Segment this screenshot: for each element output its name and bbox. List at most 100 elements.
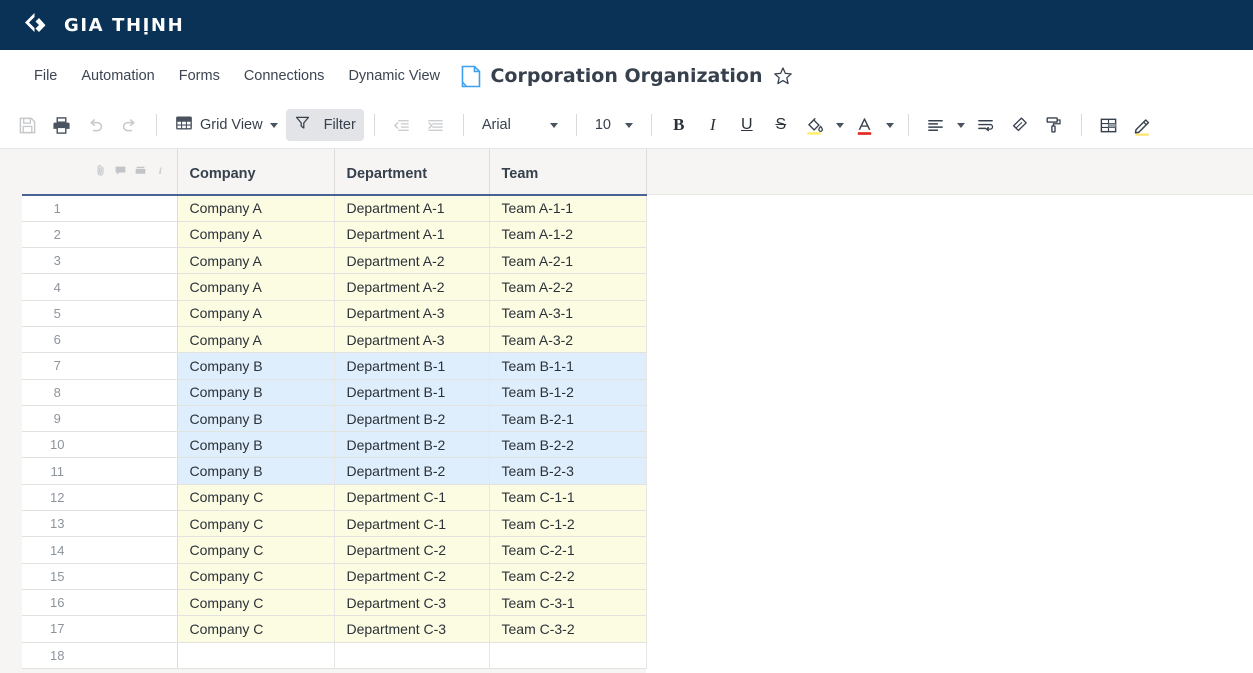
table-row[interactable]: 12Company CDepartment C-1Team C-1-1 xyxy=(22,484,646,510)
row-number-cell[interactable]: 18 xyxy=(22,642,177,668)
cell-company[interactable]: Company B xyxy=(177,432,334,458)
cell-team[interactable]: Team C-3-1 xyxy=(489,589,646,615)
fill-color-dropdown[interactable] xyxy=(832,110,848,140)
row-number-cell[interactable]: 3 xyxy=(22,248,177,274)
comment-bubble-icon[interactable] xyxy=(114,164,127,181)
strikethrough-button[interactable]: S xyxy=(764,109,798,141)
cell-team[interactable]: Team B-2-2 xyxy=(489,432,646,458)
row-number-cell[interactable]: 7 xyxy=(22,353,177,379)
row-number-cell[interactable]: 4 xyxy=(22,274,177,300)
table-row[interactable]: 5Company ADepartment A-3Team A-3-1 xyxy=(22,300,646,326)
font-family-selector[interactable]: Arial xyxy=(474,112,566,138)
cell-department[interactable] xyxy=(334,642,489,668)
table-row[interactable]: 11Company BDepartment B-2Team B-2-3 xyxy=(22,458,646,484)
cell-company[interactable]: Company B xyxy=(177,405,334,431)
row-number-cell[interactable]: 12 xyxy=(22,484,177,510)
cell-department[interactable]: Department A-1 xyxy=(334,221,489,247)
cell-team[interactable]: Team B-1-2 xyxy=(489,379,646,405)
cell-department[interactable]: Department A-3 xyxy=(334,300,489,326)
menu-item-dynamic-view[interactable]: Dynamic View xyxy=(336,62,452,90)
cell-team[interactable]: Team A-3-1 xyxy=(489,300,646,326)
menu-item-connections[interactable]: Connections xyxy=(232,62,337,90)
menu-item-file[interactable]: File xyxy=(22,62,69,90)
font-size-selector[interactable]: 10 xyxy=(587,112,641,138)
table-row[interactable]: 16Company CDepartment C-3Team C-3-1 xyxy=(22,589,646,615)
record-card-icon[interactable] xyxy=(134,164,147,181)
column-header-company[interactable]: Company xyxy=(177,149,334,195)
table-row[interactable]: 8Company BDepartment B-1Team B-1-2 xyxy=(22,379,646,405)
text-color-dropdown[interactable] xyxy=(882,110,898,140)
cell-company[interactable]: Company C xyxy=(177,511,334,537)
table-row[interactable]: 3Company ADepartment A-2Team A-2-1 xyxy=(22,248,646,274)
save-button[interactable] xyxy=(10,109,44,141)
cell-company[interactable]: Company A xyxy=(177,274,334,300)
menu-item-forms[interactable]: Forms xyxy=(167,62,232,90)
info-italic-icon[interactable]: i xyxy=(154,164,167,181)
row-number-cell[interactable]: 2 xyxy=(22,221,177,247)
cell-company[interactable] xyxy=(177,642,334,668)
cell-team[interactable]: Team C-2-1 xyxy=(489,537,646,563)
cell-company[interactable]: Company A xyxy=(177,326,334,352)
cell-department[interactable]: Department A-3 xyxy=(334,326,489,352)
table-row[interactable]: 1Company ADepartment A-1Team A-1-1 xyxy=(22,195,646,221)
cell-team[interactable]: Team B-1-1 xyxy=(489,353,646,379)
cell-company[interactable]: Company A xyxy=(177,300,334,326)
cell-team[interactable]: Team A-3-2 xyxy=(489,326,646,352)
cell-company[interactable]: Company C xyxy=(177,484,334,510)
cell-department[interactable]: Department A-2 xyxy=(334,274,489,300)
cell-department[interactable]: Department A-1 xyxy=(334,195,489,221)
cell-team[interactable]: Team B-2-1 xyxy=(489,405,646,431)
cell-department[interactable]: Department B-2 xyxy=(334,458,489,484)
cell-department[interactable]: Department C-1 xyxy=(334,484,489,510)
table-borders-button[interactable] xyxy=(1092,109,1126,141)
table-row[interactable]: 9Company BDepartment B-2Team B-2-1 xyxy=(22,405,646,431)
cell-department[interactable]: Department B-2 xyxy=(334,405,489,431)
row-number-cell[interactable]: 13 xyxy=(22,511,177,537)
cell-department[interactable]: Department C-1 xyxy=(334,511,489,537)
cell-company[interactable]: Company A xyxy=(177,248,334,274)
cell-department[interactable]: Department A-2 xyxy=(334,248,489,274)
cell-department[interactable]: Department B-1 xyxy=(334,379,489,405)
row-number-cell[interactable]: 1 xyxy=(22,195,177,221)
bold-button[interactable]: B xyxy=(662,109,696,141)
cell-team[interactable]: Team C-1-2 xyxy=(489,511,646,537)
cell-company[interactable]: Company A xyxy=(177,195,334,221)
row-number-cell[interactable]: 15 xyxy=(22,563,177,589)
table-row[interactable]: 4Company ADepartment A-2Team A-2-2 xyxy=(22,274,646,300)
table-row[interactable]: 7Company BDepartment B-1Team B-1-1 xyxy=(22,353,646,379)
row-number-cell[interactable]: 9 xyxy=(22,405,177,431)
row-number-cell[interactable]: 10 xyxy=(22,432,177,458)
row-number-cell[interactable]: 16 xyxy=(22,589,177,615)
cell-company[interactable]: Company A xyxy=(177,221,334,247)
cell-company[interactable]: Company C xyxy=(177,563,334,589)
undo-button[interactable] xyxy=(78,109,112,141)
cell-team[interactable]: Team C-2-2 xyxy=(489,563,646,589)
cell-department[interactable]: Department B-1 xyxy=(334,353,489,379)
menu-item-automation[interactable]: Automation xyxy=(69,62,166,90)
column-header-department[interactable]: Department xyxy=(334,149,489,195)
cell-team[interactable]: Team C-1-1 xyxy=(489,484,646,510)
row-number-cell[interactable]: 8 xyxy=(22,379,177,405)
cell-team[interactable]: Team A-2-2 xyxy=(489,274,646,300)
redo-button[interactable] xyxy=(112,109,146,141)
table-row[interactable]: 6Company ADepartment A-3Team A-3-2 xyxy=(22,326,646,352)
cell-company[interactable]: Company C xyxy=(177,616,334,642)
cell-team[interactable] xyxy=(489,642,646,668)
cell-team[interactable]: Team A-2-1 xyxy=(489,248,646,274)
fill-color-button[interactable] xyxy=(798,109,832,141)
filter-button[interactable]: Filter xyxy=(286,109,364,141)
attachment-paperclip-icon[interactable] xyxy=(94,164,107,181)
cell-department[interactable]: Department C-3 xyxy=(334,589,489,615)
column-header-team[interactable]: Team xyxy=(489,149,646,195)
format-painter-button[interactable] xyxy=(1037,109,1071,141)
cell-department[interactable]: Department B-2 xyxy=(334,432,489,458)
view-selector[interactable]: Grid View xyxy=(167,109,286,142)
row-number-cell[interactable]: 6 xyxy=(22,326,177,352)
cell-company[interactable]: Company B xyxy=(177,379,334,405)
row-number-cell[interactable]: 5 xyxy=(22,300,177,326)
table-row[interactable]: 10Company BDepartment B-2Team B-2-2 xyxy=(22,432,646,458)
table-row[interactable]: 13Company CDepartment C-1Team C-1-2 xyxy=(22,511,646,537)
cell-company[interactable]: Company B xyxy=(177,353,334,379)
cell-department[interactable]: Department C-3 xyxy=(334,616,489,642)
indent-button[interactable] xyxy=(419,109,453,141)
